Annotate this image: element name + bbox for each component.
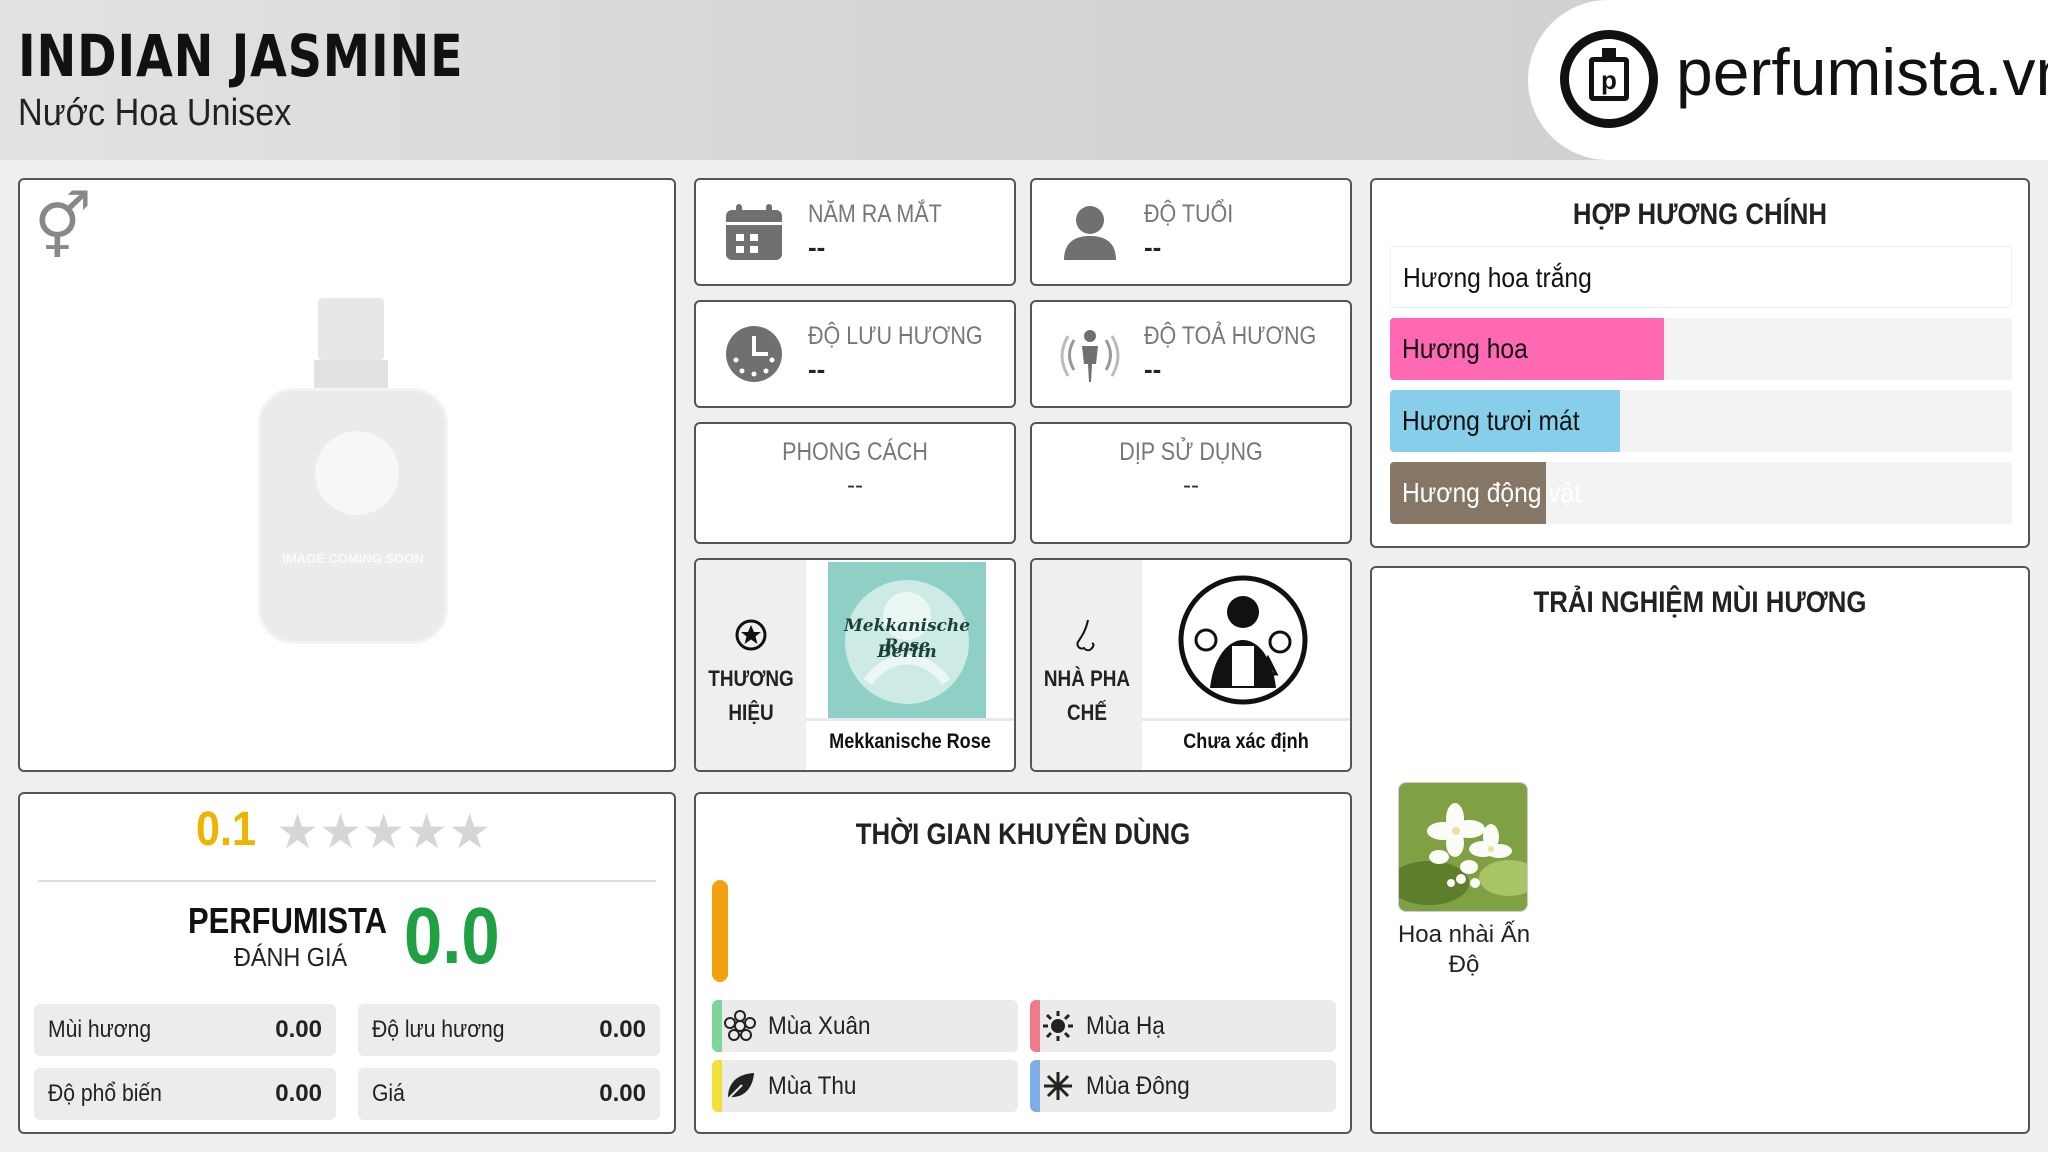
metric-popularity: Độ phổ biến 0.00: [34, 1068, 336, 1120]
accord-bar: Hương hoa trắng: [1390, 246, 2012, 308]
metric-label: Giá: [372, 1080, 405, 1107]
star-icon[interactable]: ★: [405, 806, 448, 859]
star-icon[interactable]: ★: [319, 806, 362, 859]
brand-card[interactable]: THƯƠNG HIỆU Mekkanische Rose Berlin Mekk…: [694, 558, 1016, 772]
recommended-time-panel: THỜI GIAN KHUYÊN DÙNG Mùa Xuân Mùa Hạ Mù…: [694, 792, 1352, 1134]
rating-panel: 0.1 ★★★★★ PERFUMISTA ĐÁNH GIÁ 0.0 Mùi hư…: [18, 792, 676, 1134]
diffusion-icon: [1060, 330, 1120, 382]
sillage-value: --: [1144, 354, 1162, 384]
brand-name[interactable]: Mekkanische Rose: [821, 730, 1000, 754]
occasion-label: DỊP SỬ DỤNG: [1119, 438, 1263, 466]
brand-logo-line2: Berlin: [877, 642, 937, 662]
longevity-card: ĐỘ LƯU HƯƠNG --: [694, 300, 1016, 408]
perfume-subtitle: Nước Hoa Unisex: [18, 92, 292, 134]
sillage-card: ĐỘ TOẢ HƯƠNG --: [1030, 300, 1352, 408]
perfume-bottle-logo-icon: p: [1560, 30, 1658, 128]
accord-bar: Hương hoa: [1390, 318, 2012, 380]
season-name: Mùa Xuân: [768, 1012, 871, 1040]
age-card: ĐỘ TUỔI --: [1030, 178, 1352, 286]
accord-name: Hương động vật: [1402, 477, 1582, 508]
longevity-label: ĐỘ LƯU HƯƠNG: [808, 322, 983, 350]
metric-price: Giá 0.00: [358, 1068, 660, 1120]
perfumer-card[interactable]: NHÀ PHA CHẾ Chưa xác định: [1030, 558, 1352, 772]
perfumer-label-line1: NHÀ PHA: [1043, 666, 1131, 691]
clock-icon: [726, 326, 782, 382]
season-summer: Mùa Hạ: [1030, 1000, 1336, 1052]
product-image-panel: ⚥ IMAGE COMING SOON: [18, 178, 676, 772]
calendar-icon: [726, 204, 782, 260]
launch-year-card: NĂM RA MẮT --: [694, 178, 1016, 286]
day-night-bar: [712, 880, 728, 982]
perfumer-avatar: [1164, 562, 1322, 718]
perfumista-score: 0.0: [404, 891, 500, 980]
sun-icon: [1043, 1011, 1073, 1041]
spring-flower-icon: [724, 1010, 756, 1041]
nose-icon: [1076, 619, 1095, 652]
accord-name: Hương tươi mát: [1402, 405, 1580, 436]
star-icon[interactable]: ★: [362, 806, 405, 859]
season-name: Mùa Đông: [1086, 1072, 1190, 1100]
accord-name: Hương hoa trắng: [1403, 262, 1592, 293]
age-value: --: [1144, 232, 1162, 262]
sillage-label: ĐỘ TOẢ HƯƠNG: [1144, 322, 1317, 350]
page-header: INDIAN JASMINE Nước Hoa Unisex p perfumi…: [0, 0, 2048, 160]
user-rating-score: 0.1: [196, 803, 257, 856]
accords-title: HỢP HƯƠNG CHÍNH: [1572, 198, 1828, 231]
note-name-line2: Độ: [1448, 951, 1480, 978]
note-image-indian-jasmine[interactable]: [1398, 782, 1528, 912]
metric-label: Mùi hương: [48, 1016, 152, 1043]
metric-value: 0.00: [599, 1016, 646, 1043]
star-icon[interactable]: ★: [448, 806, 491, 859]
launch-year-label: NĂM RA MẮT: [808, 200, 942, 228]
metric-label: Độ lưu hương: [372, 1016, 505, 1043]
placeholder-text: IMAGE COMING SOON: [282, 551, 424, 566]
snowflake-icon: [1044, 1072, 1072, 1100]
perfume-title: INDIAN JASMINE: [18, 22, 464, 90]
star-badge-icon: [735, 619, 767, 651]
notes-title: TRẢI NGHIỆM MÙI HƯƠNG: [1533, 586, 1867, 619]
launch-year-value: --: [808, 232, 826, 262]
brand-label-line2: HIỆU: [728, 700, 774, 725]
star-icon[interactable]: ★: [276, 806, 319, 859]
occasion-value: --: [1183, 472, 1199, 499]
season-winter: Mùa Đông: [1030, 1060, 1336, 1112]
style-card: PHONG CÁCH --: [694, 422, 1016, 544]
bird-logo-icon: [315, 431, 399, 515]
perfumer-name[interactable]: Chưa xác định: [1157, 730, 1336, 754]
main-accords-panel: HỢP HƯƠNG CHÍNH Hương hoa trắng Hương hoa…: [1370, 178, 2030, 548]
leaf-icon: [727, 1073, 754, 1100]
logo-text: perfumista.vn: [1676, 35, 2048, 109]
perfumista-sub-label: ĐÁNH GIÁ: [234, 942, 348, 972]
brand-logo: Mekkanische Rose Berlin: [828, 562, 986, 718]
person-icon: [1064, 206, 1116, 260]
metric-value: 0.00: [599, 1080, 646, 1107]
metric-value: 0.00: [275, 1016, 322, 1043]
season-name: Mùa Hạ: [1086, 1012, 1165, 1040]
occasion-card: DỊP SỬ DỤNG --: [1030, 422, 1352, 544]
scent-experience-panel: TRẢI NGHIỆM MÙI HƯƠNG Hoa nhài Ấn Độ: [1370, 566, 2030, 1134]
site-logo[interactable]: p perfumista.vn: [1528, 0, 2048, 160]
metric-value: 0.00: [275, 1080, 322, 1107]
season-spring: Mùa Xuân: [712, 1000, 1018, 1052]
style-value: --: [847, 472, 863, 499]
longevity-value: --: [808, 354, 826, 384]
accord-name: Hương hoa: [1402, 333, 1528, 364]
time-title: THỜI GIAN KHUYÊN DÙNG: [855, 818, 1191, 851]
perfumista-label: PERFUMISTA: [188, 900, 387, 941]
season-autumn: Mùa Thu: [712, 1060, 1018, 1112]
accord-bar: Hương động vật: [1390, 462, 2012, 524]
metric-label: Độ phổ biến: [48, 1080, 162, 1107]
metric-scent: Mùi hương 0.00: [34, 1004, 336, 1056]
unisex-gender-icon: ⚥: [34, 191, 92, 263]
brand-label-line1: THƯƠNG: [708, 666, 794, 691]
age-label: ĐỘ TUỔI: [1144, 200, 1234, 228]
note-name-line1: Hoa nhài Ấn: [1397, 921, 1531, 948]
perfumer-label-line2: CHẾ: [1067, 700, 1107, 725]
metric-longevity: Độ lưu hương 0.00: [358, 1004, 660, 1056]
season-name: Mùa Thu: [768, 1072, 857, 1100]
product-image-placeholder: IMAGE COMING SOON: [252, 298, 452, 648]
accord-bar: Hương tươi mát: [1390, 390, 2012, 452]
star-rating[interactable]: ★★★★★: [276, 804, 491, 860]
style-label: PHONG CÁCH: [782, 438, 928, 466]
